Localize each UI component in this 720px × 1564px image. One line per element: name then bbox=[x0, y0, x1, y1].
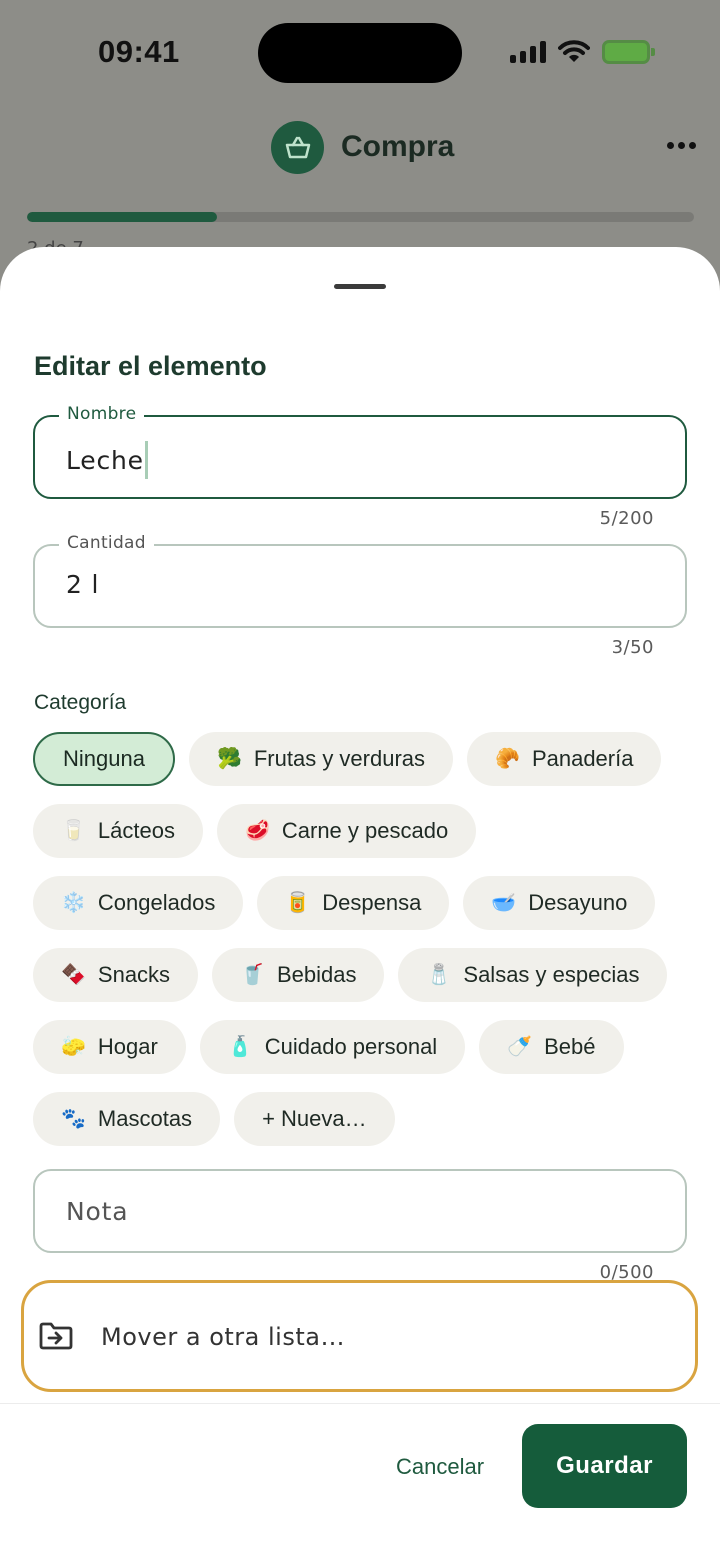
wifi-icon bbox=[558, 40, 590, 62]
category-chip[interactable]: 🥣 Desayuno bbox=[463, 876, 656, 930]
category-chip[interactable]: 🧴 Cuidado personal bbox=[199, 1020, 466, 1074]
drag-handle[interactable] bbox=[334, 284, 386, 289]
category-chip-label: Carne y pescado bbox=[281, 818, 449, 843]
category-chip-label: Bebidas bbox=[276, 962, 357, 987]
category-icon: 🐾 bbox=[61, 1108, 86, 1130]
category-chip-label: Congelados bbox=[97, 890, 216, 915]
basket-icon bbox=[271, 121, 324, 174]
app-header: Compra bbox=[0, 120, 720, 180]
category-label: Categoría bbox=[34, 691, 127, 714]
note-field[interactable]: Nota bbox=[33, 1169, 687, 1253]
name-field-value: Leche bbox=[66, 445, 144, 475]
category-icon: ❄️ bbox=[61, 892, 86, 914]
move-to-list-button[interactable]: Mover a otra lista… bbox=[21, 1280, 698, 1392]
cancel-button[interactable]: Cancelar bbox=[382, 1445, 498, 1489]
category-chip[interactable]: 🍫 Snacks bbox=[33, 948, 199, 1002]
app-title: Compra bbox=[341, 130, 455, 163]
category-chip[interactable]: Ninguna bbox=[33, 732, 175, 786]
edit-item-sheet: Editar el elemento Nombre Leche 5/200 Ca… bbox=[0, 247, 720, 1564]
category-chip-label: Bebé bbox=[544, 1034, 596, 1059]
category-chip[interactable]: 🥦 Frutas y verduras bbox=[188, 732, 454, 786]
category-chip-group: Ninguna 🥦 Frutas y verduras 🥐 Panadería 🥛 Láct… bbox=[33, 732, 693, 1146]
list-progress-fill bbox=[27, 212, 218, 222]
list-progress-bar bbox=[27, 212, 694, 222]
note-field-placeholder: Nota bbox=[66, 1197, 129, 1226]
name-field[interactable]: Nombre Leche bbox=[33, 404, 687, 499]
category-icon: 🧂 bbox=[426, 964, 452, 986]
status-time: 09:41 bbox=[98, 34, 180, 69]
category-icon: 🥩 bbox=[244, 820, 270, 842]
category-chip-label: Mascotas bbox=[97, 1106, 193, 1131]
category-icon: 🥛 bbox=[61, 820, 86, 842]
dynamic-island bbox=[258, 23, 462, 83]
category-chip[interactable]: 🥩 Carne y pescado bbox=[216, 804, 477, 858]
category-chip-label: Frutas y verduras bbox=[253, 746, 426, 771]
category-chip[interactable]: 🧂 Salsas y especias bbox=[398, 948, 668, 1002]
category-icon: 🧽 bbox=[61, 1036, 86, 1058]
sheet-title: Editar el elemento bbox=[34, 351, 267, 381]
category-chip-label: Panadería bbox=[531, 746, 634, 771]
quantity-field[interactable]: Cantidad 2 l bbox=[33, 533, 687, 628]
category-chip-label: Desayuno bbox=[528, 890, 628, 915]
category-chip-label: Lácteos bbox=[97, 818, 175, 843]
category-chip-label: Despensa bbox=[322, 890, 422, 915]
category-icon: 🥤 bbox=[240, 964, 265, 986]
category-chip[interactable]: + Nueva… bbox=[234, 1092, 395, 1146]
quantity-field-value: 2 l bbox=[66, 570, 100, 599]
folder-move-icon bbox=[39, 1322, 73, 1350]
category-icon: 🥣 bbox=[491, 892, 517, 914]
category-chip[interactable]: 🧽 Hogar bbox=[33, 1020, 186, 1074]
name-char-counter: 5/200 bbox=[599, 508, 654, 529]
category-chip[interactable]: 🥫 Despensa bbox=[257, 876, 450, 930]
category-chip[interactable]: 🍼 Bebé bbox=[479, 1020, 624, 1074]
text-caret bbox=[144, 441, 148, 479]
battery-icon bbox=[602, 40, 655, 64]
category-icon: 🥦 bbox=[216, 748, 242, 770]
category-icon: 🍼 bbox=[507, 1036, 533, 1058]
move-to-list-label: Mover a otra lista… bbox=[101, 1323, 345, 1351]
category-icon: 🧴 bbox=[227, 1036, 253, 1058]
category-icon: 🥫 bbox=[285, 892, 311, 914]
category-chip[interactable]: 🐾 Mascotas bbox=[33, 1092, 221, 1146]
category-icon: 🥐 bbox=[495, 748, 520, 770]
quantity-field-label: Cantidad bbox=[59, 533, 154, 553]
more-options-icon[interactable] bbox=[667, 142, 696, 149]
save-button[interactable]: Guardar bbox=[522, 1424, 687, 1508]
category-chip-label: Salsas y especias bbox=[463, 962, 640, 987]
category-chip[interactable]: 🥐 Panadería bbox=[467, 732, 662, 786]
category-chip[interactable]: 🥤 Bebidas bbox=[212, 948, 385, 1002]
category-chip-label: Snacks bbox=[97, 962, 171, 987]
quantity-char-counter: 3/50 bbox=[611, 637, 654, 658]
cellular-signal-icon bbox=[510, 41, 546, 63]
category-icon: 🍫 bbox=[61, 964, 86, 986]
footer-divider bbox=[0, 1403, 720, 1404]
name-field-label: Nombre bbox=[59, 404, 145, 424]
category-chip[interactable]: 🥛 Lácteos bbox=[33, 804, 203, 858]
category-chip-label: Cuidado personal bbox=[264, 1034, 438, 1059]
category-chip-label: + Nueva… bbox=[262, 1106, 367, 1131]
category-chip-label: Hogar bbox=[97, 1034, 158, 1059]
status-icons bbox=[510, 36, 655, 68]
category-chip[interactable]: ❄️ Congelados bbox=[33, 876, 244, 930]
category-chip-label: Ninguna bbox=[63, 746, 145, 771]
